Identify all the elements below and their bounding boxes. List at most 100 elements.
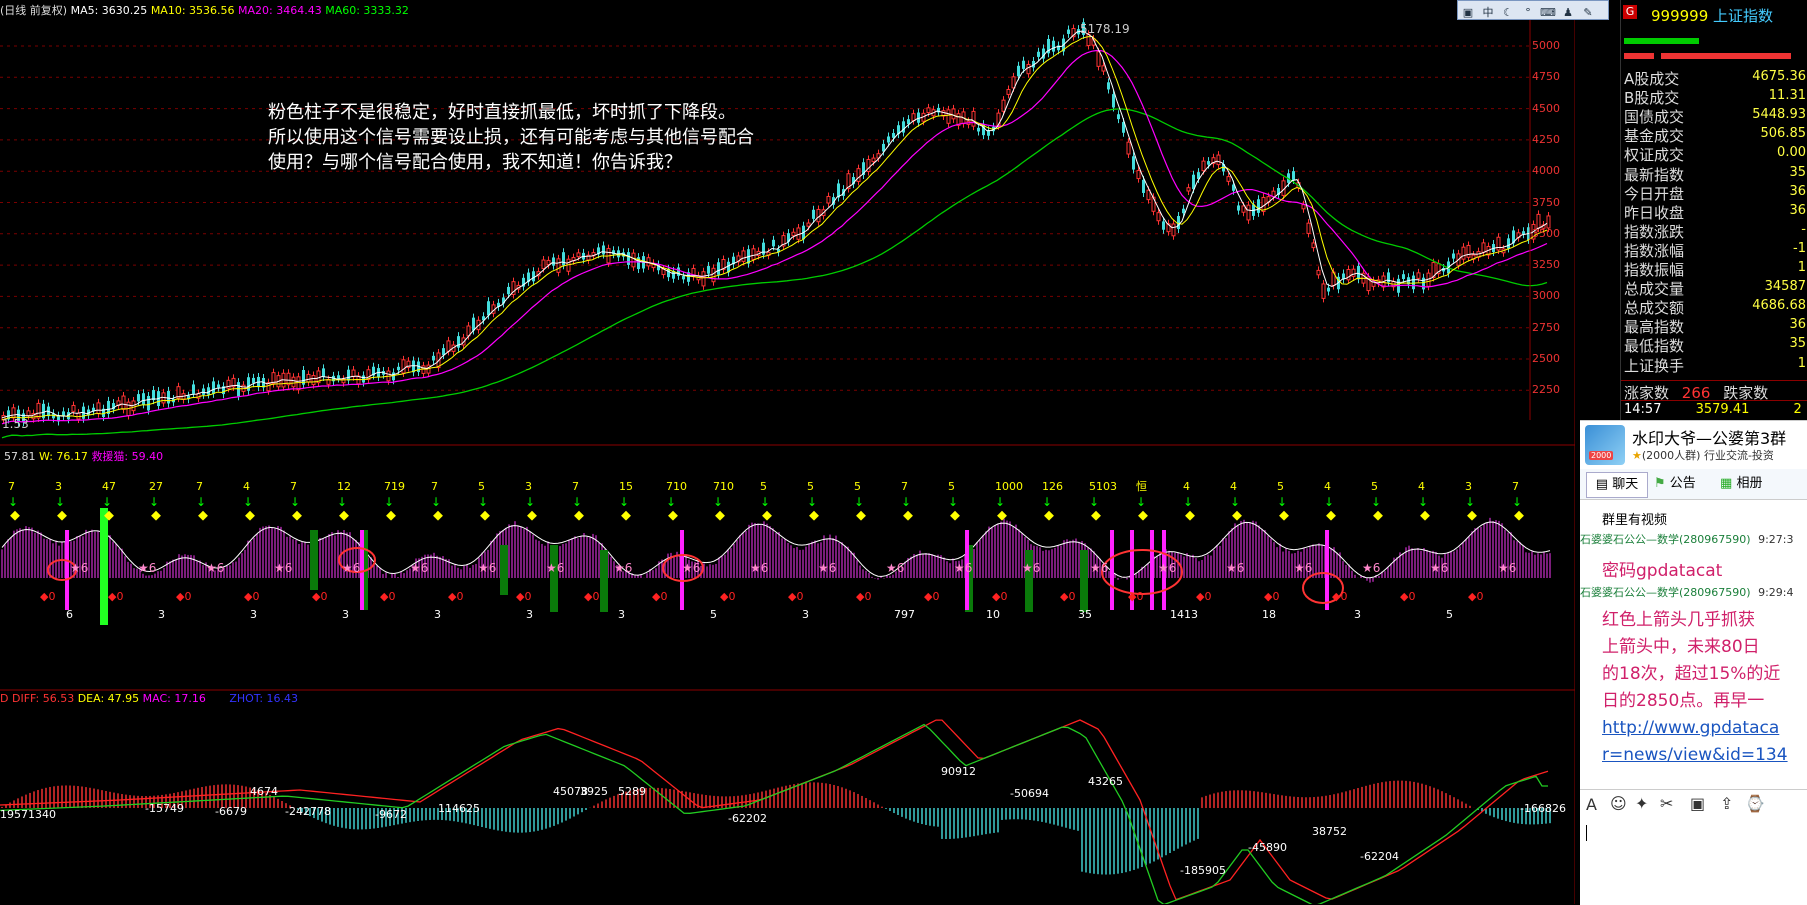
signal-top-number: 710 bbox=[713, 480, 734, 493]
svg-text:◆0: ◆0 bbox=[924, 590, 939, 603]
svg-text:↓: ↓ bbox=[1089, 495, 1099, 509]
signal-top-number: 4 bbox=[243, 480, 250, 493]
svg-text:↓: ↓ bbox=[478, 495, 488, 509]
macd-value-label: 114625 bbox=[438, 802, 480, 815]
group-name[interactable]: 水印大爷—公婆第3群 bbox=[1632, 425, 1786, 449]
indicator-value: 57.81 bbox=[4, 450, 36, 463]
down-bar-1 bbox=[1624, 53, 1654, 59]
input-method-icon[interactable]: 中 bbox=[1480, 6, 1496, 20]
msg2-line-3: 的18次，超过15%的近 bbox=[1602, 664, 1781, 684]
chat-input-caret[interactable] bbox=[1586, 825, 1587, 841]
svg-text:↓: ↓ bbox=[572, 495, 582, 509]
signal-bottom-number: 3 bbox=[802, 608, 809, 621]
signal-top-number: 719 bbox=[384, 480, 405, 493]
msg1-sender[interactable]: 石婆婆石公公—数学(280967590) bbox=[1580, 533, 1751, 546]
history-icon[interactable]: ⌚ bbox=[1745, 794, 1765, 813]
quote-panel: G 999999 上证指数 A股成交 4675.36 B股成交 11.31 国债成交 54… bbox=[1620, 0, 1807, 420]
file-icon[interactable]: ⇪ bbox=[1720, 794, 1733, 813]
signal-bottom-number: 3 bbox=[342, 608, 349, 621]
quote-row: 指数涨幅 bbox=[1624, 241, 1685, 260]
ma10-legend: MA10: 3536.56 bbox=[150, 4, 235, 17]
svg-text:★6: ★6 bbox=[1498, 561, 1516, 575]
svg-text:◆0: ◆0 bbox=[312, 590, 327, 603]
macd-value-label: -9672 bbox=[375, 808, 407, 821]
main-chart-header: (日线 前复权) MA5: 3630.25 MA10: 3536.56 MA20… bbox=[0, 2, 409, 18]
emoji-icon[interactable]: ☺ bbox=[1610, 794, 1627, 813]
quote-value: 35 bbox=[1789, 336, 1806, 352]
macd-value-label: -45890 bbox=[1248, 841, 1287, 854]
tab-chat[interactable]: ▤ 聊天 bbox=[1586, 472, 1648, 498]
signal-top-number: 126 bbox=[1042, 480, 1063, 493]
up-bar bbox=[1624, 38, 1699, 44]
price-axis-label: 4750 bbox=[1532, 70, 1560, 84]
svg-text:↓: ↓ bbox=[102, 495, 112, 509]
msg1-header: 石婆婆石公公—数学(280967590) 9:27:3 bbox=[1580, 531, 1793, 547]
svg-text:↓: ↓ bbox=[995, 495, 1005, 509]
svg-text:↓: ↓ bbox=[948, 495, 958, 509]
font-icon[interactable]: A bbox=[1586, 795, 1597, 814]
svg-text:★6: ★6 bbox=[886, 561, 904, 575]
svg-text:↓: ↓ bbox=[1512, 495, 1522, 509]
msg2-body: 红色上箭头几乎抓获 上箭头中，未来80日 的18次，超过15%的近 日的2850… bbox=[1602, 607, 1788, 769]
window-icon[interactable]: ▣ bbox=[1460, 6, 1476, 20]
quote-row: 昨日收盘 bbox=[1624, 203, 1685, 222]
macd-value-label: -62202 bbox=[728, 812, 767, 825]
quote-row: 基金成交 bbox=[1624, 127, 1685, 146]
shake-icon[interactable]: ✦ bbox=[1635, 794, 1648, 813]
svg-text:◆0: ◆0 bbox=[1264, 590, 1279, 603]
msg2-time: 9:29:4 bbox=[1758, 586, 1794, 599]
svg-text:↓: ↓ bbox=[1418, 495, 1428, 509]
svg-text:↓: ↓ bbox=[337, 495, 347, 509]
chart-grid bbox=[0, 45, 1530, 391]
price-axis-label: 4000 bbox=[1532, 164, 1560, 178]
chart-toolbar: ▣ 中 ☾ ° ⌨ ♟ ✎ bbox=[1457, 0, 1609, 20]
group-avatar[interactable]: 2000 bbox=[1585, 425, 1625, 465]
video-notice: 群里有视频 bbox=[1602, 513, 1668, 528]
price-axis-label: 3750 bbox=[1532, 195, 1560, 209]
quote-row: 最低指数 bbox=[1624, 337, 1685, 356]
screenshot-icon[interactable]: ✂ bbox=[1660, 794, 1673, 813]
macd-value-label: 43265 bbox=[1088, 775, 1123, 788]
tab-notice[interactable]: ⚑ 公告 bbox=[1654, 472, 1696, 496]
signal-top-number: 5 bbox=[760, 480, 767, 493]
quote-row: 权证成交 bbox=[1624, 146, 1685, 165]
msg2-header: 石婆婆石公公—数学(280967590) 9:29:4 bbox=[1580, 584, 1793, 600]
chat-input-toolbar: A ☺ ✦ ✂ ▣ ⇪ ⌚ bbox=[1580, 789, 1807, 820]
quote-row: 最新指数 bbox=[1624, 165, 1685, 184]
signal-top-number: 27 bbox=[149, 480, 163, 493]
macd-value-label: -62204 bbox=[1360, 850, 1399, 863]
msg2-link-1[interactable]: http://www.gpdataca bbox=[1602, 715, 1788, 742]
user-icon[interactable]: ♟ bbox=[1560, 6, 1576, 20]
svg-text:◆0: ◆0 bbox=[1468, 590, 1483, 603]
signal-top-number: 4 bbox=[1230, 480, 1237, 493]
macd-value-label: -6679 bbox=[215, 805, 247, 818]
ma5-line bbox=[1, 30, 1548, 419]
svg-text:↓: ↓ bbox=[807, 495, 817, 509]
signal-bottom-number: 3 bbox=[618, 608, 625, 621]
signal-top-number: 恒 bbox=[1136, 480, 1147, 493]
msg2-link-2[interactable]: r=news/view&id=134 bbox=[1602, 742, 1788, 769]
image-icon[interactable]: ▣ bbox=[1690, 794, 1705, 813]
flag-icon: ⚑ bbox=[1654, 476, 1666, 491]
svg-text:★6: ★6 bbox=[138, 561, 156, 575]
moon-icon[interactable]: ☾ bbox=[1500, 6, 1516, 20]
g-badge-icon: G bbox=[1623, 5, 1637, 19]
ma10-line bbox=[1, 35, 1548, 421]
svg-text:★6: ★6 bbox=[614, 561, 632, 575]
punct-icon[interactable]: ° bbox=[1520, 6, 1536, 20]
signal-bottom-number: 5 bbox=[1446, 608, 1453, 621]
svg-text:◆0: ◆0 bbox=[1400, 590, 1415, 603]
keyboard-icon[interactable]: ⌨ bbox=[1540, 6, 1556, 20]
star-icon: ★ bbox=[1632, 449, 1642, 462]
tab-album[interactable]: ▦ 相册 bbox=[1720, 472, 1762, 496]
stock-chart[interactable]: 7↓3↓47↓27↓7↓4↓7↓12↓719↓7↓5↓3↓7↓15↓710↓71… bbox=[0, 0, 1575, 904]
signal-bottom-number: 3 bbox=[250, 608, 257, 621]
signal-top-number: 7 bbox=[8, 480, 15, 493]
svg-text:◆0: ◆0 bbox=[1196, 590, 1211, 603]
macd-zhot: ZHOT: 16.43 bbox=[229, 692, 299, 705]
svg-text:◆0: ◆0 bbox=[992, 590, 1007, 603]
msg2-sender[interactable]: 石婆婆石公公—数学(280967590) bbox=[1580, 586, 1751, 599]
tool-icon[interactable]: ✎ bbox=[1580, 6, 1596, 20]
signal-bottom-number: 10 bbox=[986, 608, 1000, 621]
svg-text:◆0: ◆0 bbox=[856, 590, 871, 603]
